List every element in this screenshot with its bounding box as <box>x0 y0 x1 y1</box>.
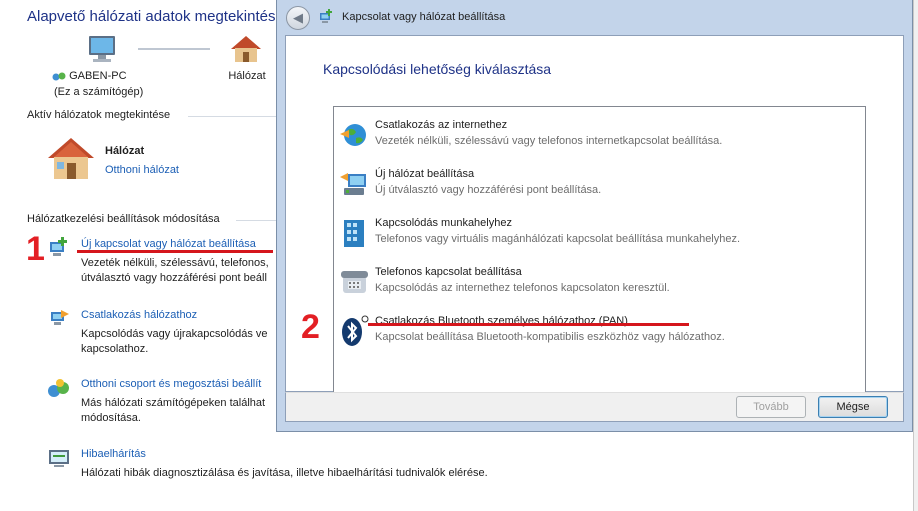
option-connect-internet[interactable]: Csatlakozás az internethez Vezeték nélkü… <box>338 113 861 157</box>
page-title: Alapvető hálózati adatok megtekintése <box>27 8 284 25</box>
option-desc: Kapcsolat beállítása Bluetooth-kompatibi… <box>375 331 725 343</box>
option-title: Csatlakozás az internethez <box>375 119 508 131</box>
network-setup-icon <box>340 173 366 195</box>
option-title: Új hálózat beállítása <box>375 168 475 180</box>
task-desc: Kapcsolódás vagy újrakapcsolódás ve kapc… <box>81 327 268 357</box>
annotation-number-2: 2 <box>301 308 320 346</box>
workplace-building-icon <box>344 220 364 247</box>
computer-icon <box>89 36 115 62</box>
task-desc: Vezeték nélküli, szélessávú, telefonos, … <box>81 256 269 286</box>
annotation-underline-1 <box>77 250 273 253</box>
option-desc: Új útválasztó vagy hozzáférési pont beál… <box>375 184 602 196</box>
active-networks-heading: Aktív hálózatok megtekintése <box>27 109 171 121</box>
option-bluetooth-pan[interactable]: Csatlakozás Bluetooth személyes hálózath… <box>338 309 861 353</box>
map-computer <box>52 34 152 66</box>
option-desc: Kapcsolódás az internethez telefonos kap… <box>375 282 670 294</box>
globe-icon <box>340 124 366 146</box>
back-arrow-icon: ◀ <box>293 10 303 25</box>
option-title: Telefonos kapcsolat beállítása <box>375 266 522 278</box>
connect-network-link[interactable]: Csatlakozás hálózathoz <box>81 309 197 321</box>
task-desc-line: útválasztó vagy hozzáférési pont beáll <box>81 272 267 284</box>
task-desc-line: Hálózati hibák diagnosztizálása és javít… <box>81 467 488 479</box>
house-icon <box>231 36 261 62</box>
task-desc-line: módosítása. <box>81 412 141 424</box>
homegroup-icon <box>48 379 69 397</box>
back-button[interactable]: ◀ <box>286 6 310 30</box>
dialog-footer: Tovább Mégse <box>285 392 904 422</box>
option-new-network[interactable]: Új hálózat beállítása Új útválasztó vagy… <box>338 162 861 206</box>
task-desc-line: Más hálózati számítógépeken találhat <box>81 397 266 409</box>
map-connector-line <box>138 48 210 50</box>
telephone-icon <box>341 271 368 293</box>
homegroup-link[interactable]: Otthoni csoport és megosztási beállít <box>81 378 261 390</box>
homegroup-icon <box>52 71 66 82</box>
dialog-body: Kapcsolódási lehetőség kiválasztása Csat… <box>285 35 904 393</box>
option-connect-workplace[interactable]: Kapcsolódás munkahelyhez Telefonos vagy … <box>338 211 861 255</box>
map-network <box>226 34 266 64</box>
computer-sub: (Ez a számítógép) <box>54 86 144 98</box>
connect-network-icon <box>51 310 69 325</box>
active-network-name: Hálózat <box>105 145 145 157</box>
dialog-heading: Kapcsolódási lehetőség kiválasztása <box>323 61 552 77</box>
bluetooth-icon <box>342 315 369 346</box>
task-desc: Más hálózati számítógépeken találhat mód… <box>81 396 265 426</box>
troubleshoot-link[interactable]: Hibaelhárítás <box>81 448 146 460</box>
next-button[interactable]: Tovább <box>736 396 806 418</box>
cancel-button[interactable]: Mégse <box>818 396 888 418</box>
connection-options-list: Csatlakozás az internethez Vezeték nélkü… <box>333 106 866 393</box>
new-connection-icon <box>320 9 332 23</box>
new-connection-icon <box>50 237 67 256</box>
option-desc: Telefonos vagy virtuális magánhálózati k… <box>375 233 741 245</box>
task-desc-line: kapcsolathoz. <box>81 343 149 355</box>
dialog-titlebar[interactable]: ◀ Kapcsolat vagy hálózat beállítása <box>277 0 912 34</box>
task-desc-line: Kapcsolódás vagy újrakapcsolódás ve <box>81 328 268 340</box>
map-computer-label: GABEN-PC <box>52 70 162 82</box>
option-title: Kapcsolódás munkahelyhez <box>375 217 512 229</box>
annotation-underline-2 <box>368 323 689 326</box>
new-connection-link[interactable]: Új kapcsolat vagy hálózat beállítása <box>81 238 256 250</box>
section-rule <box>188 116 278 117</box>
option-dialup[interactable]: Telefonos kapcsolat beállítása Kapcsolód… <box>338 260 861 304</box>
network-type-link[interactable]: Otthoni hálózat <box>105 164 179 176</box>
network-house-icon <box>46 136 96 185</box>
troubleshoot-icon <box>49 450 69 467</box>
annotation-number-1: 1 <box>26 230 45 268</box>
window-edge <box>913 0 918 511</box>
dialog-title: Kapcsolat vagy hálózat beállítása <box>342 11 506 23</box>
connection-setup-dialog: ◀ Kapcsolat vagy hálózat beállítása Kapc… <box>276 0 913 432</box>
task-desc-line: Vezeték nélküli, szélessávú, telefonos, <box>81 257 269 269</box>
change-settings-heading: Hálózatkezelési beállítások módosítása <box>27 213 220 225</box>
task-desc: Hálózati hibák diagnosztizálása és javít… <box>81 466 488 481</box>
option-desc: Vezeték nélküli, szélessávú vagy telefon… <box>375 135 723 147</box>
computer-name: GABEN-PC <box>69 70 127 82</box>
section-rule <box>236 220 278 221</box>
map-network-label: Hálózat <box>228 70 266 82</box>
